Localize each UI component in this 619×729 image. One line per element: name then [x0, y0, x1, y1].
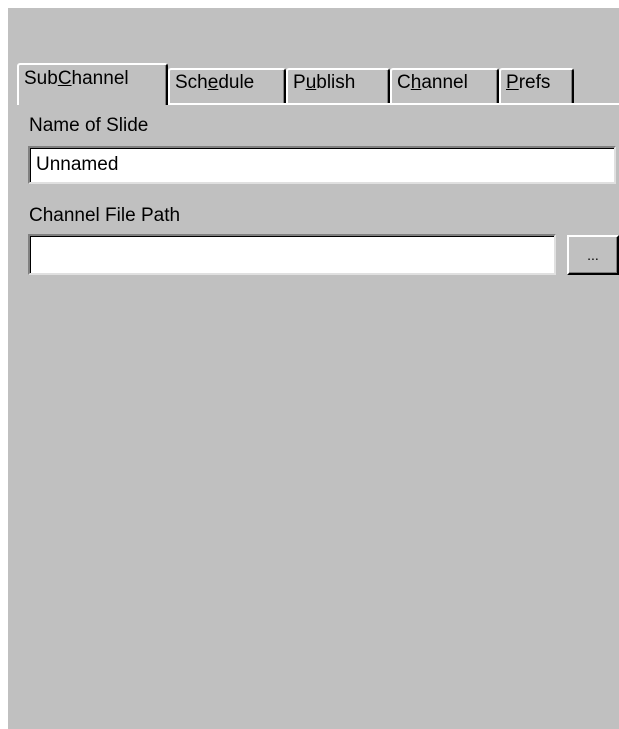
channel-file-path-input[interactable]: [28, 234, 556, 275]
tab-channel-label-pre: C: [397, 72, 411, 93]
channel-file-path-label: Channel File Path: [29, 205, 181, 226]
tab-schedule[interactable]: Schedule: [168, 68, 286, 103]
name-of-slide-input[interactable]: [28, 146, 616, 184]
tab-channel-accesskey: h: [410, 72, 422, 93]
tab-publish-label-post: blish: [316, 72, 356, 93]
tab-schedule-label-pre: Sch: [175, 72, 208, 93]
tab-strip: SubChannel Schedule Publish Channel Pref…: [17, 63, 619, 105]
tab-subchannel-label-post: hannel: [71, 68, 129, 89]
tab-schedule-label-post: dule: [218, 72, 255, 93]
tab-publish[interactable]: Publish: [286, 68, 390, 103]
tab-subchannel-label-pre: Sub: [24, 68, 58, 89]
tab-schedule-accesskey: e: [207, 72, 219, 93]
tab-prefs[interactable]: Prefs: [499, 68, 574, 103]
tab-publish-label-pre: P: [293, 72, 306, 93]
tab-channel-label-post: annel: [421, 72, 468, 93]
tab-subchannel-accesskey: C: [57, 68, 72, 89]
tab-prefs-accesskey: P: [506, 72, 519, 93]
tab-channel[interactable]: Channel: [390, 68, 499, 103]
tab-prefs-label-post: refs: [518, 72, 551, 93]
name-of-slide-label: Name of Slide: [29, 115, 149, 136]
tab-subchannel[interactable]: SubChannel: [17, 63, 168, 105]
tab-publish-accesskey: u: [305, 72, 317, 93]
browse-button[interactable]: ...: [567, 235, 619, 275]
